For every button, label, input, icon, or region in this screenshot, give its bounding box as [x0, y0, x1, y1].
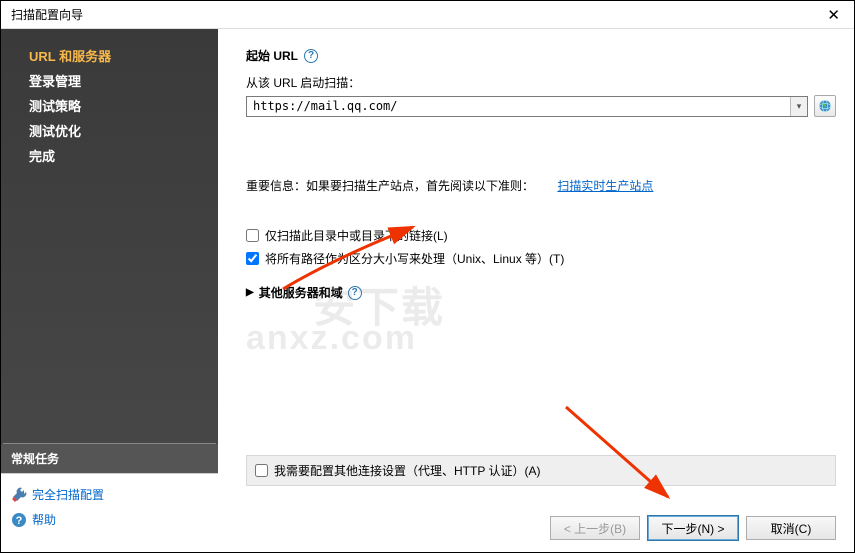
url-row: ▾ [246, 95, 836, 117]
step-url-servers[interactable]: URL 和服务器 [1, 43, 218, 68]
window-title: 扫描配置向导 [11, 6, 83, 23]
triangle-right-icon: ▶ [246, 287, 254, 298]
close-icon[interactable]: ✕ [821, 4, 846, 26]
section-heading: 起始 URL ? [246, 47, 836, 64]
help-icon: ? [11, 512, 27, 528]
connection-settings-strip: 我需要配置其他连接设置（代理、HTTP 认证）(A) [246, 455, 836, 486]
check-restrict-dir[interactable]: 仅扫描此目录中或目录下的链接(L) [246, 224, 836, 247]
wizard-steps: URL 和服务器 登录管理 测试策略 测试优化 完成 [1, 29, 218, 443]
url-label: 从该 URL 启动扫描： [246, 74, 836, 91]
button-row: < 上一步(B) 下一步(N) > 取消(C) [246, 516, 836, 540]
body: URL 和服务器 登录管理 测试策略 测试优化 完成 常规任务 完全扫描配置 ? [1, 29, 854, 552]
help-icon[interactable]: ? [348, 286, 362, 300]
sidebar: URL 和服务器 登录管理 测试策略 测试优化 完成 常规任务 完全扫描配置 ? [1, 29, 218, 552]
task-full-scan-config[interactable]: 完全扫描配置 [9, 482, 210, 507]
restrict-dir-checkbox[interactable] [246, 229, 259, 242]
info-row: 重要信息：如果要扫描生产站点，首先阅读以下准则： 扫描实时生产站点 [246, 177, 836, 194]
tasks-header: 常规任务 [1, 444, 218, 473]
next-button[interactable]: 下一步(N) > [648, 516, 738, 540]
guidelines-link[interactable]: 扫描实时生产站点 [557, 179, 653, 193]
cancel-button[interactable]: 取消(C) [746, 516, 836, 540]
wrench-icon [11, 487, 27, 503]
wizard-window: 扫描配置向导 ✕ URL 和服务器 登录管理 测试策略 测试优化 完成 常规任务… [0, 0, 855, 553]
content-area: 起始 URL ? 从该 URL 启动扫描： ▾ 重要信息：如果要扫描生产站点，首… [246, 47, 836, 455]
other-servers-expander[interactable]: ▶ 其他服务器和域 ? [246, 284, 836, 301]
info-text: 重要信息：如果要扫描生产站点，首先阅读以下准则： [246, 179, 534, 193]
expander-label: 其他服务器和域 [259, 284, 343, 301]
tasks-body: 完全扫描配置 ? 帮助 [1, 473, 218, 552]
check-label: 仅扫描此目录中或目录下的链接(L) [265, 227, 448, 244]
check-label: 将所有路径作为区分大小写来处理（Unix、Linux 等）(T) [265, 250, 564, 267]
task-help[interactable]: ? 帮助 [9, 507, 210, 532]
check-case-sensitive[interactable]: 将所有路径作为区分大小写来处理（Unix、Linux 等）(T) [246, 247, 836, 270]
step-finish[interactable]: 完成 [1, 143, 218, 168]
step-login[interactable]: 登录管理 [1, 68, 218, 93]
start-url-input[interactable] [247, 97, 790, 116]
chevron-down-icon[interactable]: ▾ [790, 97, 807, 116]
case-sensitive-checkbox[interactable] [246, 252, 259, 265]
checkbox-group: 仅扫描此目录中或目录下的链接(L) 将所有路径作为区分大小写来处理（Unix、L… [246, 224, 836, 270]
globe-icon [818, 99, 832, 113]
browse-url-button[interactable] [814, 95, 836, 117]
task-label: 完全扫描配置 [32, 486, 104, 503]
task-label: 帮助 [32, 511, 56, 528]
step-test-optimize[interactable]: 测试优化 [1, 118, 218, 143]
main-panel: 起始 URL ? 从该 URL 启动扫描： ▾ 重要信息：如果要扫描生产站点，首… [218, 29, 854, 552]
titlebar: 扫描配置向导 ✕ [1, 1, 854, 29]
back-button[interactable]: < 上一步(B) [550, 516, 640, 540]
url-combo: ▾ [246, 96, 808, 117]
heading-text: 起始 URL [246, 47, 298, 64]
step-test-policy[interactable]: 测试策略 [1, 93, 218, 118]
help-icon[interactable]: ? [304, 49, 318, 63]
svg-text:?: ? [16, 515, 23, 527]
check-label: 我需要配置其他连接设置（代理、HTTP 认证）(A) [274, 462, 540, 479]
connection-settings-checkbox[interactable] [255, 464, 268, 477]
